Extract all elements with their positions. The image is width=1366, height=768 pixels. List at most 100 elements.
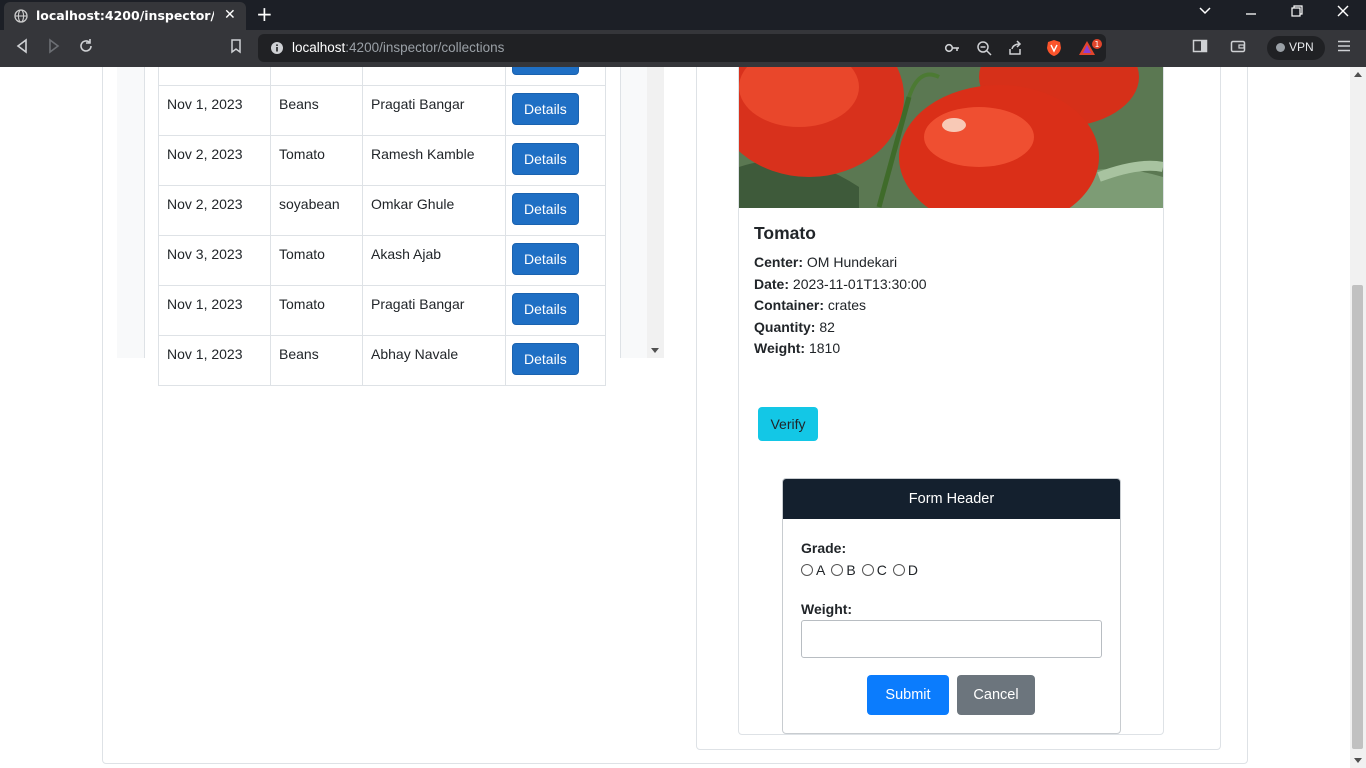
back-icon[interactable] xyxy=(14,38,30,58)
vpn-label: VPN xyxy=(1289,40,1314,54)
details-button[interactable]: Details xyxy=(512,93,579,125)
row-farmer: Omkar Ghule xyxy=(362,185,506,236)
weight-value: 1810 xyxy=(808,340,841,356)
menu-icon[interactable] xyxy=(1336,38,1352,58)
row-crop: Tomato xyxy=(270,135,363,186)
row-farmer xyxy=(362,67,506,86)
row-crop: Beans xyxy=(270,85,363,136)
row-date: Nov 1, 2023 xyxy=(158,335,271,386)
close-window-icon[interactable] xyxy=(1336,4,1350,22)
product-image xyxy=(739,67,1163,208)
table-row: Nov 3, 2023 Tomato Akash Ajab Details xyxy=(158,235,606,286)
wallet-icon[interactable] xyxy=(1230,38,1246,58)
vpn-status-icon xyxy=(1276,43,1285,52)
grade-radio-c[interactable]: C xyxy=(861,562,887,578)
page-scrollbar[interactable] xyxy=(1350,67,1366,768)
details-button[interactable]: Details xyxy=(512,293,579,325)
radio-circle-icon[interactable] xyxy=(892,564,905,576)
sidebar-toggle-icon[interactable] xyxy=(1192,38,1208,58)
scroll-up-arrow-icon[interactable] xyxy=(1354,72,1362,77)
table-row: Nov 1, 2023 Tomato Pragati Bangar Details xyxy=(158,285,606,336)
share-icon[interactable] xyxy=(1007,40,1023,60)
row-farmer: Akash Ajab xyxy=(362,235,506,286)
url-text: localhost:4200/inspector/collections xyxy=(292,40,504,55)
radio-circle-icon[interactable] xyxy=(801,564,813,576)
reload-icon[interactable] xyxy=(78,38,94,58)
page-content: DetailsNov 1, 2023BeansPragati BangarDet… xyxy=(0,67,1350,768)
weight-field: Weight: 1810 xyxy=(754,340,840,356)
table-scrollbar[interactable] xyxy=(647,67,664,358)
row-farmer: Ramesh Kamble xyxy=(362,135,506,186)
quantity-label: Quantity: xyxy=(754,319,816,335)
collections-table: DetailsNov 1, 2023BeansPragati BangarDet… xyxy=(158,67,606,386)
row-crop: soyabean xyxy=(270,185,363,236)
site-info-icon[interactable] xyxy=(270,41,284,59)
bookmark-icon[interactable] xyxy=(228,38,244,58)
minimize-icon[interactable] xyxy=(1244,4,1258,22)
grade-radio-d[interactable]: D xyxy=(892,562,918,578)
container-value: crates xyxy=(827,297,867,313)
grade-option-label: B xyxy=(846,562,856,578)
submit-button[interactable]: Submit xyxy=(867,675,949,715)
forward-icon[interactable] xyxy=(46,38,62,58)
page-scrollbar-thumb[interactable] xyxy=(1352,285,1363,749)
table-row: Nov 2, 2023 Tomato Ramesh Kamble Details xyxy=(158,135,606,186)
row-crop xyxy=(270,67,363,86)
grade-radio-a[interactable]: A xyxy=(801,562,825,578)
radio-circle-icon[interactable] xyxy=(861,564,874,576)
weight-input[interactable] xyxy=(801,620,1102,658)
grade-option-label: A xyxy=(816,562,826,578)
row-actions: Details xyxy=(505,335,606,386)
address-bar[interactable]: localhost:4200/inspector/collections 1 xyxy=(258,34,1106,62)
grade-option-label: C xyxy=(876,562,887,578)
details-button[interactable]: Details xyxy=(512,193,579,225)
form-weight-label: Weight: xyxy=(801,601,853,617)
container-field: Container: crates xyxy=(754,297,866,313)
row-actions: Details xyxy=(505,185,606,236)
row-crop: Beans xyxy=(270,335,363,386)
url-path: :4200/inspector/collections xyxy=(345,40,505,55)
row-date xyxy=(158,67,271,86)
date-label: Date: xyxy=(754,276,790,292)
table-row: Nov 2, 2023 soyabean Omkar Ghule Details xyxy=(158,185,606,236)
tab-close-icon[interactable]: ✕ xyxy=(224,7,236,23)
key-icon[interactable] xyxy=(944,40,960,60)
browser-tab[interactable]: localhost:4200/inspector/collecti ✕ xyxy=(4,2,246,30)
scroll-down-arrow-icon[interactable] xyxy=(1354,758,1362,763)
row-crop: Tomato xyxy=(270,285,363,336)
center-label: Center: xyxy=(754,254,804,270)
rewards-badge: 1 xyxy=(1095,40,1100,49)
zoom-icon[interactable] xyxy=(976,40,992,60)
restore-icon[interactable] xyxy=(1290,4,1304,22)
tab-title: localhost:4200/inspector/collecti xyxy=(36,8,214,23)
grade-form: Form Header Grade: A B C D Weight: Submit C… xyxy=(782,478,1121,734)
quantity-value: 82 xyxy=(819,319,835,335)
details-button[interactable]: Details xyxy=(512,143,579,175)
verify-button[interactable]: Verify xyxy=(758,407,818,441)
grade-radio-b[interactable]: B xyxy=(831,562,856,578)
brave-shield-icon[interactable] xyxy=(1045,39,1063,61)
vpn-button[interactable]: VPN xyxy=(1267,36,1325,60)
new-tab-icon[interactable]: + xyxy=(256,2,273,26)
row-date: Nov 3, 2023 xyxy=(158,235,271,286)
tab-search-icon[interactable] xyxy=(1198,4,1212,22)
details-button[interactable]: Details xyxy=(512,67,579,75)
weight-label: Weight: xyxy=(754,340,806,356)
table-row: Details xyxy=(158,67,606,86)
date-value: 2023-11-01T13:30:00 xyxy=(792,276,927,292)
row-farmer: Abhay Navale xyxy=(362,335,506,386)
table-row: Nov 1, 2023 Beans Pragati Bangar Details xyxy=(158,85,606,136)
center-value: OM Hundekari xyxy=(806,254,898,270)
cancel-button[interactable]: Cancel xyxy=(957,675,1035,715)
globe-icon xyxy=(14,9,28,26)
browser-toolbar: localhost:4200/inspector/collections 1 V… xyxy=(0,30,1366,67)
details-button[interactable]: Details xyxy=(512,343,579,375)
url-host: localhost xyxy=(292,40,346,55)
details-button[interactable]: Details xyxy=(512,243,579,275)
rewards-icon[interactable]: 1 xyxy=(1078,39,1106,61)
row-date: Nov 2, 2023 xyxy=(158,135,271,186)
row-date: Nov 1, 2023 xyxy=(158,85,271,136)
row-date: Nov 2, 2023 xyxy=(158,185,271,236)
scroll-down-arrow-icon[interactable] xyxy=(651,348,659,353)
radio-circle-icon[interactable] xyxy=(831,564,844,576)
